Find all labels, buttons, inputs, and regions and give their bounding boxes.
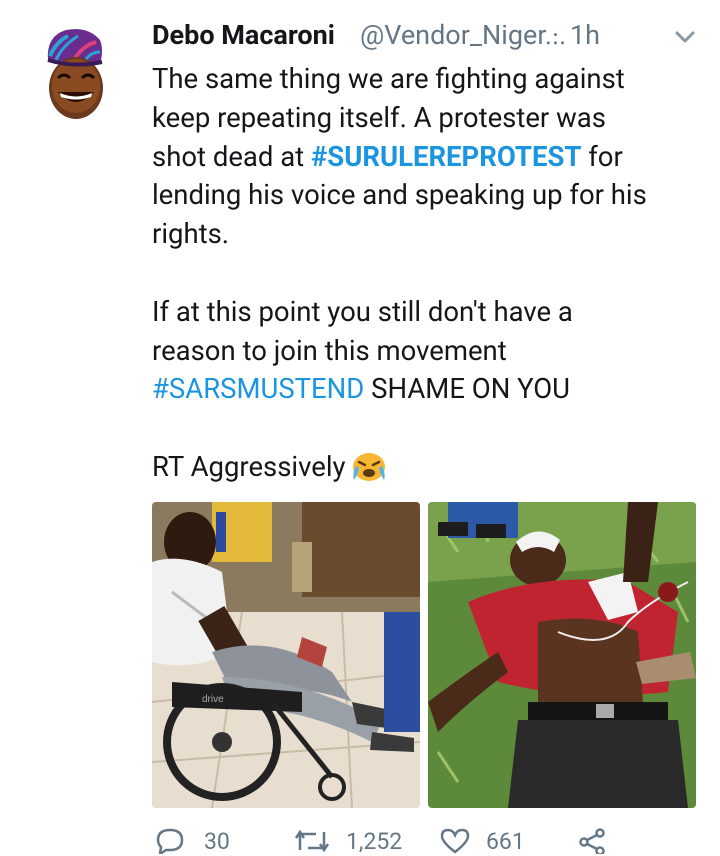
chevron-down-icon[interactable] bbox=[674, 28, 696, 46]
tweet-text-span: lending his voice and speaking up for hi… bbox=[152, 178, 647, 212]
crying-face-emoji bbox=[352, 452, 385, 481]
tweet-text-span: shot dead at bbox=[152, 139, 311, 173]
tweet-text-span: If at this point you still don't have a bbox=[152, 294, 573, 328]
tweet-text-span: rights. bbox=[152, 217, 230, 251]
tweet-header: Debo Macaroni @Vendor_Niger... · 1h bbox=[152, 16, 704, 56]
heart-icon bbox=[440, 828, 470, 854]
tweet-text-line: reason to join this movement bbox=[152, 332, 712, 371]
hashtag-link[interactable]: #SARSMUSTEND bbox=[152, 372, 364, 405]
tweet-text: The same thing we are fighting against ke… bbox=[152, 60, 712, 487]
tweet-text-span: SHAME ON YOU bbox=[364, 372, 571, 406]
user-handle[interactable]: @Vendor_Niger... bbox=[360, 19, 566, 51]
timestamp[interactable]: 1h bbox=[570, 19, 600, 51]
svg-text:drive: drive bbox=[202, 694, 224, 705]
avatar-cartoon-icon bbox=[47, 29, 103, 119]
tweet-text-line: RT Aggressively bbox=[152, 448, 712, 487]
retweet-count: 1,252 bbox=[346, 828, 403, 855]
tweet-actions: 30 1,252 661 bbox=[152, 826, 712, 856]
photo-right[interactable] bbox=[428, 502, 696, 808]
tweet-text-line: rights. bbox=[152, 215, 712, 254]
reply-count: 30 bbox=[204, 828, 230, 855]
share-icon bbox=[579, 828, 605, 854]
tweet-text-line: lending his voice and speaking up for hi… bbox=[152, 176, 712, 215]
tweet-text-line: shot dead at #SURULEREPROTEST for bbox=[152, 138, 712, 177]
tweet-text-span: keep repeating itself. A protester was bbox=[152, 100, 606, 134]
tweet-text-span: reason to join this movement bbox=[152, 333, 507, 367]
hashtag-link[interactable]: #SURULEREPROTEST bbox=[311, 140, 581, 173]
reply-icon bbox=[156, 828, 184, 854]
avatar[interactable] bbox=[44, 26, 104, 122]
like-count: 661 bbox=[486, 828, 525, 855]
display-name[interactable]: Debo Macaroni bbox=[152, 19, 335, 51]
tweet-text-span: for bbox=[581, 139, 623, 173]
tweet-text-line: keep repeating itself. A protester was bbox=[152, 99, 712, 138]
retweet-icon bbox=[294, 829, 330, 853]
photo-left[interactable]: drive bbox=[152, 502, 420, 808]
tweet-text-span: The same thing we are fighting against bbox=[152, 62, 625, 95]
tweet-text-line: If at this point you still don't have a bbox=[152, 293, 712, 332]
tweet-text-line: The same thing we are fighting against bbox=[152, 60, 712, 99]
tweet-text-line: #SARSMUSTEND SHAME ON YOU bbox=[152, 370, 712, 409]
separator-dot: · bbox=[552, 19, 560, 51]
tweet-text-span: RT Aggressively bbox=[152, 449, 346, 483]
photo-injured-man-wheelchair: drive bbox=[152, 502, 420, 808]
photo-man-lying-on-grass bbox=[428, 502, 696, 808]
